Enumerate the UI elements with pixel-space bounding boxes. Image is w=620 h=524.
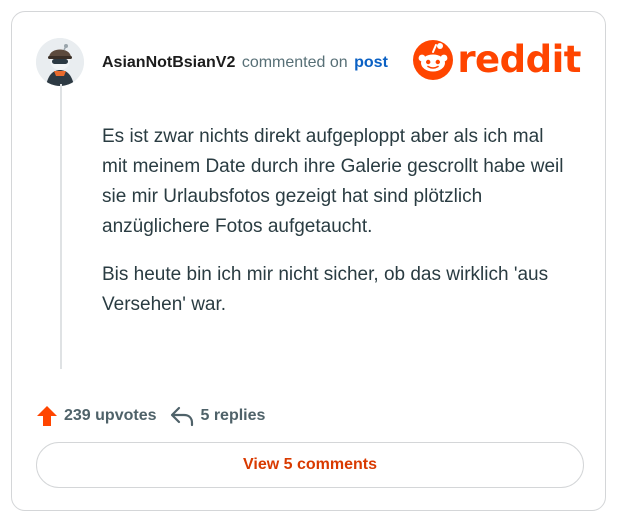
user-avatar[interactable] bbox=[36, 38, 84, 86]
comment-body: Es ist zwar nichts direkt aufgeploppt ab… bbox=[102, 122, 572, 338]
reddit-snoo-icon bbox=[413, 40, 454, 80]
reddit-logo[interactable]: reddit bbox=[413, 40, 581, 80]
commented-on-text: commented on bbox=[241, 54, 348, 71]
upvote-button[interactable]: 239 upvotes bbox=[36, 405, 156, 427]
comment-byline: AsianNotBsianV2 commented on post bbox=[102, 54, 388, 72]
comment-header: AsianNotBsianV2 commented on post reddit bbox=[36, 38, 585, 90]
replies-button[interactable]: 5 replies bbox=[170, 405, 265, 427]
upvote-count: 239 upvotes bbox=[64, 407, 157, 424]
comment-paragraph: Bis heute bin ich mir nicht sicher, ob d… bbox=[102, 264, 549, 315]
comment-card: AsianNotBsianV2 commented on post reddit… bbox=[11, 11, 606, 511]
avatar-image bbox=[36, 38, 84, 86]
replies-count: 5 replies bbox=[200, 407, 266, 424]
post-link[interactable]: post bbox=[354, 54, 388, 71]
thread-line[interactable] bbox=[60, 84, 62, 369]
comment-footer: 239 upvotes 5 replies bbox=[36, 404, 265, 428]
username-link[interactable]: AsianNotBsianV2 bbox=[102, 54, 235, 71]
reply-arrow-icon bbox=[170, 405, 194, 427]
reddit-wordmark: reddit bbox=[457, 38, 581, 81]
view-comments-button[interactable]: View 5 comments bbox=[36, 442, 584, 488]
upvote-arrow-icon bbox=[36, 405, 58, 427]
comment-paragraph: Es ist zwar nichts direkt aufgeploppt ab… bbox=[102, 126, 564, 237]
